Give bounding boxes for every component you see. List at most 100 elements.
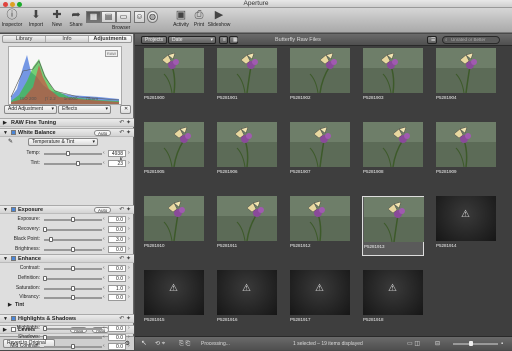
increment-arrow-icon[interactable]: › — [128, 245, 130, 254]
exposure-section[interactable]: ▼ Exposure Auto ↶ ✦ — [0, 205, 134, 214]
white-balance-auto-button[interactable]: Auto — [94, 130, 112, 136]
decrement-arrow-icon[interactable]: ‹ — [103, 333, 105, 342]
places-button[interactable]: ◍ — [147, 11, 158, 23]
photo-thumbnail[interactable] — [144, 196, 204, 241]
slider-knob[interactable] — [75, 161, 80, 166]
filmstrip-view-button[interactable]: ▤ — [101, 11, 116, 23]
decrement-arrow-icon[interactable]: ‹ — [103, 215, 105, 224]
contrast-value-field[interactable]: 0.0 — [108, 265, 126, 272]
increment-arrow-icon[interactable]: › — [128, 333, 130, 342]
effects-dropdown[interactable]: Effects ▾ — [58, 105, 111, 114]
exposure-slider[interactable] — [44, 217, 102, 222]
pointer-tool-icon[interactable]: ↖ — [141, 337, 147, 351]
slider-knob[interactable] — [469, 341, 473, 346]
viewer-view-button[interactable]: ▭ — [116, 11, 131, 23]
slider-knob[interactable] — [71, 217, 75, 222]
inspector-button[interactable]: ⓘ Inspector — [1, 9, 23, 28]
enhance-checkbox[interactable] — [11, 256, 16, 262]
rotate-tool-icon[interactable]: ⟲ ⌖ — [155, 337, 165, 351]
decrement-arrow-icon[interactable]: ‹ — [103, 264, 105, 273]
exposure-auto-button[interactable]: Auto — [94, 207, 112, 213]
enhance-section[interactable]: ▼ Enhance ↶ ✦ — [0, 254, 134, 263]
increment-arrow-icon[interactable]: › — [128, 274, 130, 283]
list-view-button[interactable]: ≡ — [219, 36, 228, 44]
increment-arrow-icon[interactable]: › — [128, 159, 130, 168]
thumbnail-cell[interactable]: P5281913 — [362, 196, 424, 256]
white-balance-checkbox[interactable] — [11, 130, 16, 136]
unavailable-thumbnail[interactable]: ⚠ — [290, 270, 350, 315]
slider-knob[interactable] — [43, 335, 48, 340]
thumbnail-cell[interactable]: P5281901 — [216, 48, 278, 108]
lift-stamp-icon[interactable]: ⎘ ⎗ — [179, 337, 190, 351]
reset-icon[interactable]: ↶ ✦ — [119, 255, 131, 263]
tools-button[interactable]: ✕ — [120, 105, 131, 114]
photo-thumbnail[interactable] — [363, 122, 423, 167]
tint-value-field[interactable]: 23 — [108, 160, 126, 167]
tab-adjustments[interactable]: Adjustments — [89, 36, 131, 42]
increment-arrow-icon[interactable]: › — [128, 264, 130, 273]
photo-thumbnail[interactable] — [144, 48, 204, 93]
slider-knob[interactable] — [43, 227, 48, 232]
white-balance-section[interactable]: ▼ White Balance Auto ↶ ✦ — [0, 128, 134, 137]
increment-arrow-icon[interactable]: › — [128, 293, 130, 302]
exposure-value-field[interactable]: 0.0 — [108, 216, 126, 223]
decrement-arrow-icon[interactable]: ‹ — [103, 324, 105, 333]
contrast-slider[interactable] — [44, 266, 102, 271]
temp-value-field[interactable]: 4938 K — [108, 150, 126, 163]
unavailable-thumbnail[interactable]: ⚠ — [363, 270, 423, 315]
brightness-slider[interactable] — [44, 247, 102, 252]
close-icon[interactable] — [3, 1, 8, 7]
highlights-shadows-checkbox[interactable] — [11, 316, 16, 322]
tint-slider[interactable] — [44, 161, 102, 166]
thumbnail-cell[interactable]: P5281909 — [435, 122, 497, 182]
photo-thumbnail[interactable] — [290, 196, 350, 241]
thumbnail-cell[interactable]: P5281902 — [289, 48, 351, 108]
photo-thumbnail[interactable] — [217, 122, 277, 167]
photo-thumbnail[interactable] — [290, 48, 350, 93]
slider-knob[interactable] — [43, 326, 48, 331]
decrement-arrow-icon[interactable]: ‹ — [103, 159, 105, 168]
highlights-value-field[interactable]: 0.0 — [108, 325, 126, 332]
decrement-arrow-icon[interactable]: ‹ — [103, 274, 105, 283]
decrement-arrow-icon[interactable]: ‹ — [103, 235, 105, 244]
slider-knob[interactable] — [66, 151, 71, 156]
reset-icon[interactable]: ↶ ✦ — [119, 119, 131, 127]
thumbnail-cell[interactable]: P5281900 — [143, 48, 205, 108]
photo-thumbnail[interactable] — [364, 197, 424, 242]
definition-slider[interactable] — [43, 276, 102, 281]
thumbnail-cell[interactable]: ⚠ P5281914 — [435, 196, 497, 256]
projects-button[interactable]: Projects — [141, 36, 168, 44]
thumbnail-cell[interactable]: P5281904 — [435, 48, 497, 108]
thumbnail-cell[interactable]: ⚠ P5281917 — [289, 270, 351, 330]
vibrancy-slider[interactable] — [44, 295, 102, 300]
photo-thumbnail[interactable] — [436, 122, 496, 167]
slider-knob[interactable] — [71, 344, 75, 349]
saturation-value-field[interactable]: 1.0 — [108, 285, 126, 292]
slider-knob[interactable] — [71, 295, 75, 300]
vibrancy-value-field[interactable]: 0.0 — [108, 294, 126, 301]
exposure-checkbox[interactable] — [11, 207, 16, 213]
unavailable-thumbnail[interactable]: ⚠ — [217, 270, 277, 315]
mid-contrast-value-field[interactable]: 0.0 — [108, 343, 126, 350]
black-point-slider[interactable] — [44, 237, 102, 242]
slider-knob[interactable] — [71, 286, 75, 291]
recovery-value-field[interactable]: 0.0 — [108, 226, 126, 233]
filter-button[interactable]: ☰ — [427, 36, 437, 44]
import-button[interactable]: ⬇ Import — [25, 9, 47, 28]
slideshow-button[interactable]: ▶ Slideshow — [206, 9, 232, 28]
slider-knob[interactable] — [71, 266, 75, 271]
minimize-icon[interactable] — [10, 1, 15, 7]
share-button[interactable]: ➦ Share — [65, 9, 87, 28]
thumbnail-cell[interactable]: P5281911 — [216, 196, 278, 256]
sort-dropdown[interactable]: Date ▾ — [168, 36, 216, 44]
increment-arrow-icon[interactable]: › — [128, 284, 130, 293]
thumbnail-cell[interactable]: P5281905 — [143, 122, 205, 182]
brightness-value-field[interactable]: 0.0 — [108, 246, 126, 253]
search-field[interactable]: ⌕ Unrated or Better — [442, 36, 500, 44]
increment-arrow-icon[interactable]: › — [128, 225, 130, 234]
raw-fine-tuning-section[interactable]: ▶ RAW Fine Tuning ↶ ✦ — [0, 118, 134, 127]
grid-view-toggle[interactable]: ▦ — [229, 36, 238, 44]
decrement-arrow-icon[interactable]: ‹ — [103, 225, 105, 234]
photo-thumbnail[interactable] — [363, 48, 423, 93]
slider-knob[interactable] — [43, 276, 48, 281]
